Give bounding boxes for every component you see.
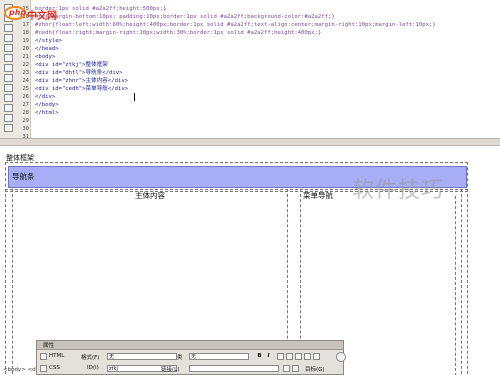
logo-mark: php — [9, 8, 27, 17]
italic-button[interactable]: I — [265, 353, 272, 360]
logo-text: 中文网 — [27, 11, 57, 22]
properties-panel: 属性 HTML CSS 格式(F) 无 ID(I) ztkj 类 无 链接(L)… — [36, 340, 344, 375]
target-label: 目标(G) — [305, 367, 325, 373]
properties-title-bar[interactable] — [37, 341, 343, 350]
id-label: ID(I) — [87, 365, 99, 371]
html-tab[interactable]: HTML — [49, 353, 64, 359]
watermark: 软件技巧 — [352, 178, 445, 203]
properties-title: 属性 — [43, 343, 55, 349]
code-line[interactable]: </div> — [35, 93, 55, 101]
ordered-list-icon[interactable] — [286, 353, 293, 360]
browse-folder-icon[interactable] — [292, 365, 299, 372]
line-number: 24 — [22, 78, 29, 84]
code-tool-icon[interactable] — [4, 34, 13, 42]
code-line[interactable]: </html> — [35, 109, 59, 117]
code-tool-icon[interactable] — [4, 114, 13, 122]
bold-button[interactable]: B — [256, 353, 263, 360]
code-view[interactable]: 15161718192021222324252627282930313233 b… — [0, 0, 500, 138]
side-menu-label: 菜单导航 — [303, 191, 333, 200]
php-logo-icon: php — [4, 6, 26, 20]
line-number: 29 — [22, 118, 29, 124]
code-line[interactable]: </style> — [35, 37, 62, 45]
main-content-label: 主体内容 — [135, 191, 165, 200]
inner-guide-line — [455, 196, 457, 375]
format-label: 格式(F) — [81, 355, 100, 361]
code-line[interactable]: <div id="cedh">菜单导航</div> — [35, 85, 128, 93]
panel-toggle-icon[interactable] — [336, 352, 346, 362]
line-number: 18 — [22, 30, 29, 36]
code-line[interactable]: </head> — [35, 45, 59, 53]
css-tab-icon — [40, 365, 47, 372]
point-to-file-icon[interactable] — [283, 365, 290, 372]
code-tool-icon[interactable] — [4, 94, 13, 102]
line-number: 25 — [22, 86, 29, 92]
site-logo: php 中文网 — [4, 5, 66, 29]
line-number: 23 — [22, 70, 29, 76]
code-line[interactable]: #zhnr{float:left;width:60%;height:400px;… — [35, 21, 436, 29]
line-number: 27 — [22, 102, 29, 108]
title-icon[interactable] — [313, 353, 320, 360]
code-line[interactable]: #nv{ margin-bottom:10px; padding:10px;bo… — [35, 13, 335, 21]
css-tab[interactable]: CSS — [49, 365, 60, 371]
class-label: 类 — [177, 355, 183, 361]
code-editor[interactable]: border:1px solid #a2a2ff;height:500px;} #… — [35, 0, 500, 138]
line-number: 30 — [22, 126, 29, 132]
view-splitter[interactable] — [0, 138, 500, 146]
class-select[interactable]: 无 — [189, 353, 249, 360]
code-tool-icon[interactable] — [4, 64, 13, 72]
outdent-icon[interactable] — [295, 353, 302, 360]
line-number: 22 — [22, 62, 29, 68]
text-cursor — [134, 93, 135, 101]
code-line[interactable]: <div id="zhnr">主体内容</div> — [35, 77, 128, 85]
nav-bar-label: 导航条 — [12, 172, 35, 181]
format-select[interactable]: 无 — [107, 353, 177, 360]
line-number: 21 — [22, 54, 29, 60]
html-tab-icon — [40, 353, 47, 360]
line-number: 26 — [22, 94, 29, 100]
code-tool-icon[interactable] — [4, 74, 13, 82]
code-tool-icon[interactable] — [4, 54, 13, 62]
unordered-list-icon[interactable] — [277, 353, 284, 360]
indent-icon[interactable] — [304, 353, 311, 360]
code-line[interactable]: #cedh{float:right;margin-right:10px;widt… — [35, 29, 321, 37]
line-number: 19 — [22, 38, 29, 44]
code-tool-icon[interactable] — [4, 44, 13, 52]
code-tool-icon[interactable] — [4, 84, 13, 92]
link-label: 链接(L) — [161, 367, 180, 373]
code-line[interactable]: </body> — [35, 101, 59, 109]
line-number: 28 — [22, 110, 29, 116]
code-line[interactable]: <body> — [35, 53, 55, 61]
code-line[interactable]: <div id="dhtl">导航条</div> — [35, 69, 123, 77]
code-tool-icon[interactable] — [4, 104, 13, 112]
line-number: 20 — [22, 46, 29, 52]
link-input[interactable] — [189, 365, 279, 372]
code-tool-icon[interactable] — [4, 124, 13, 132]
code-line[interactable]: <div id="ztkj">整体框架 — [35, 61, 108, 69]
